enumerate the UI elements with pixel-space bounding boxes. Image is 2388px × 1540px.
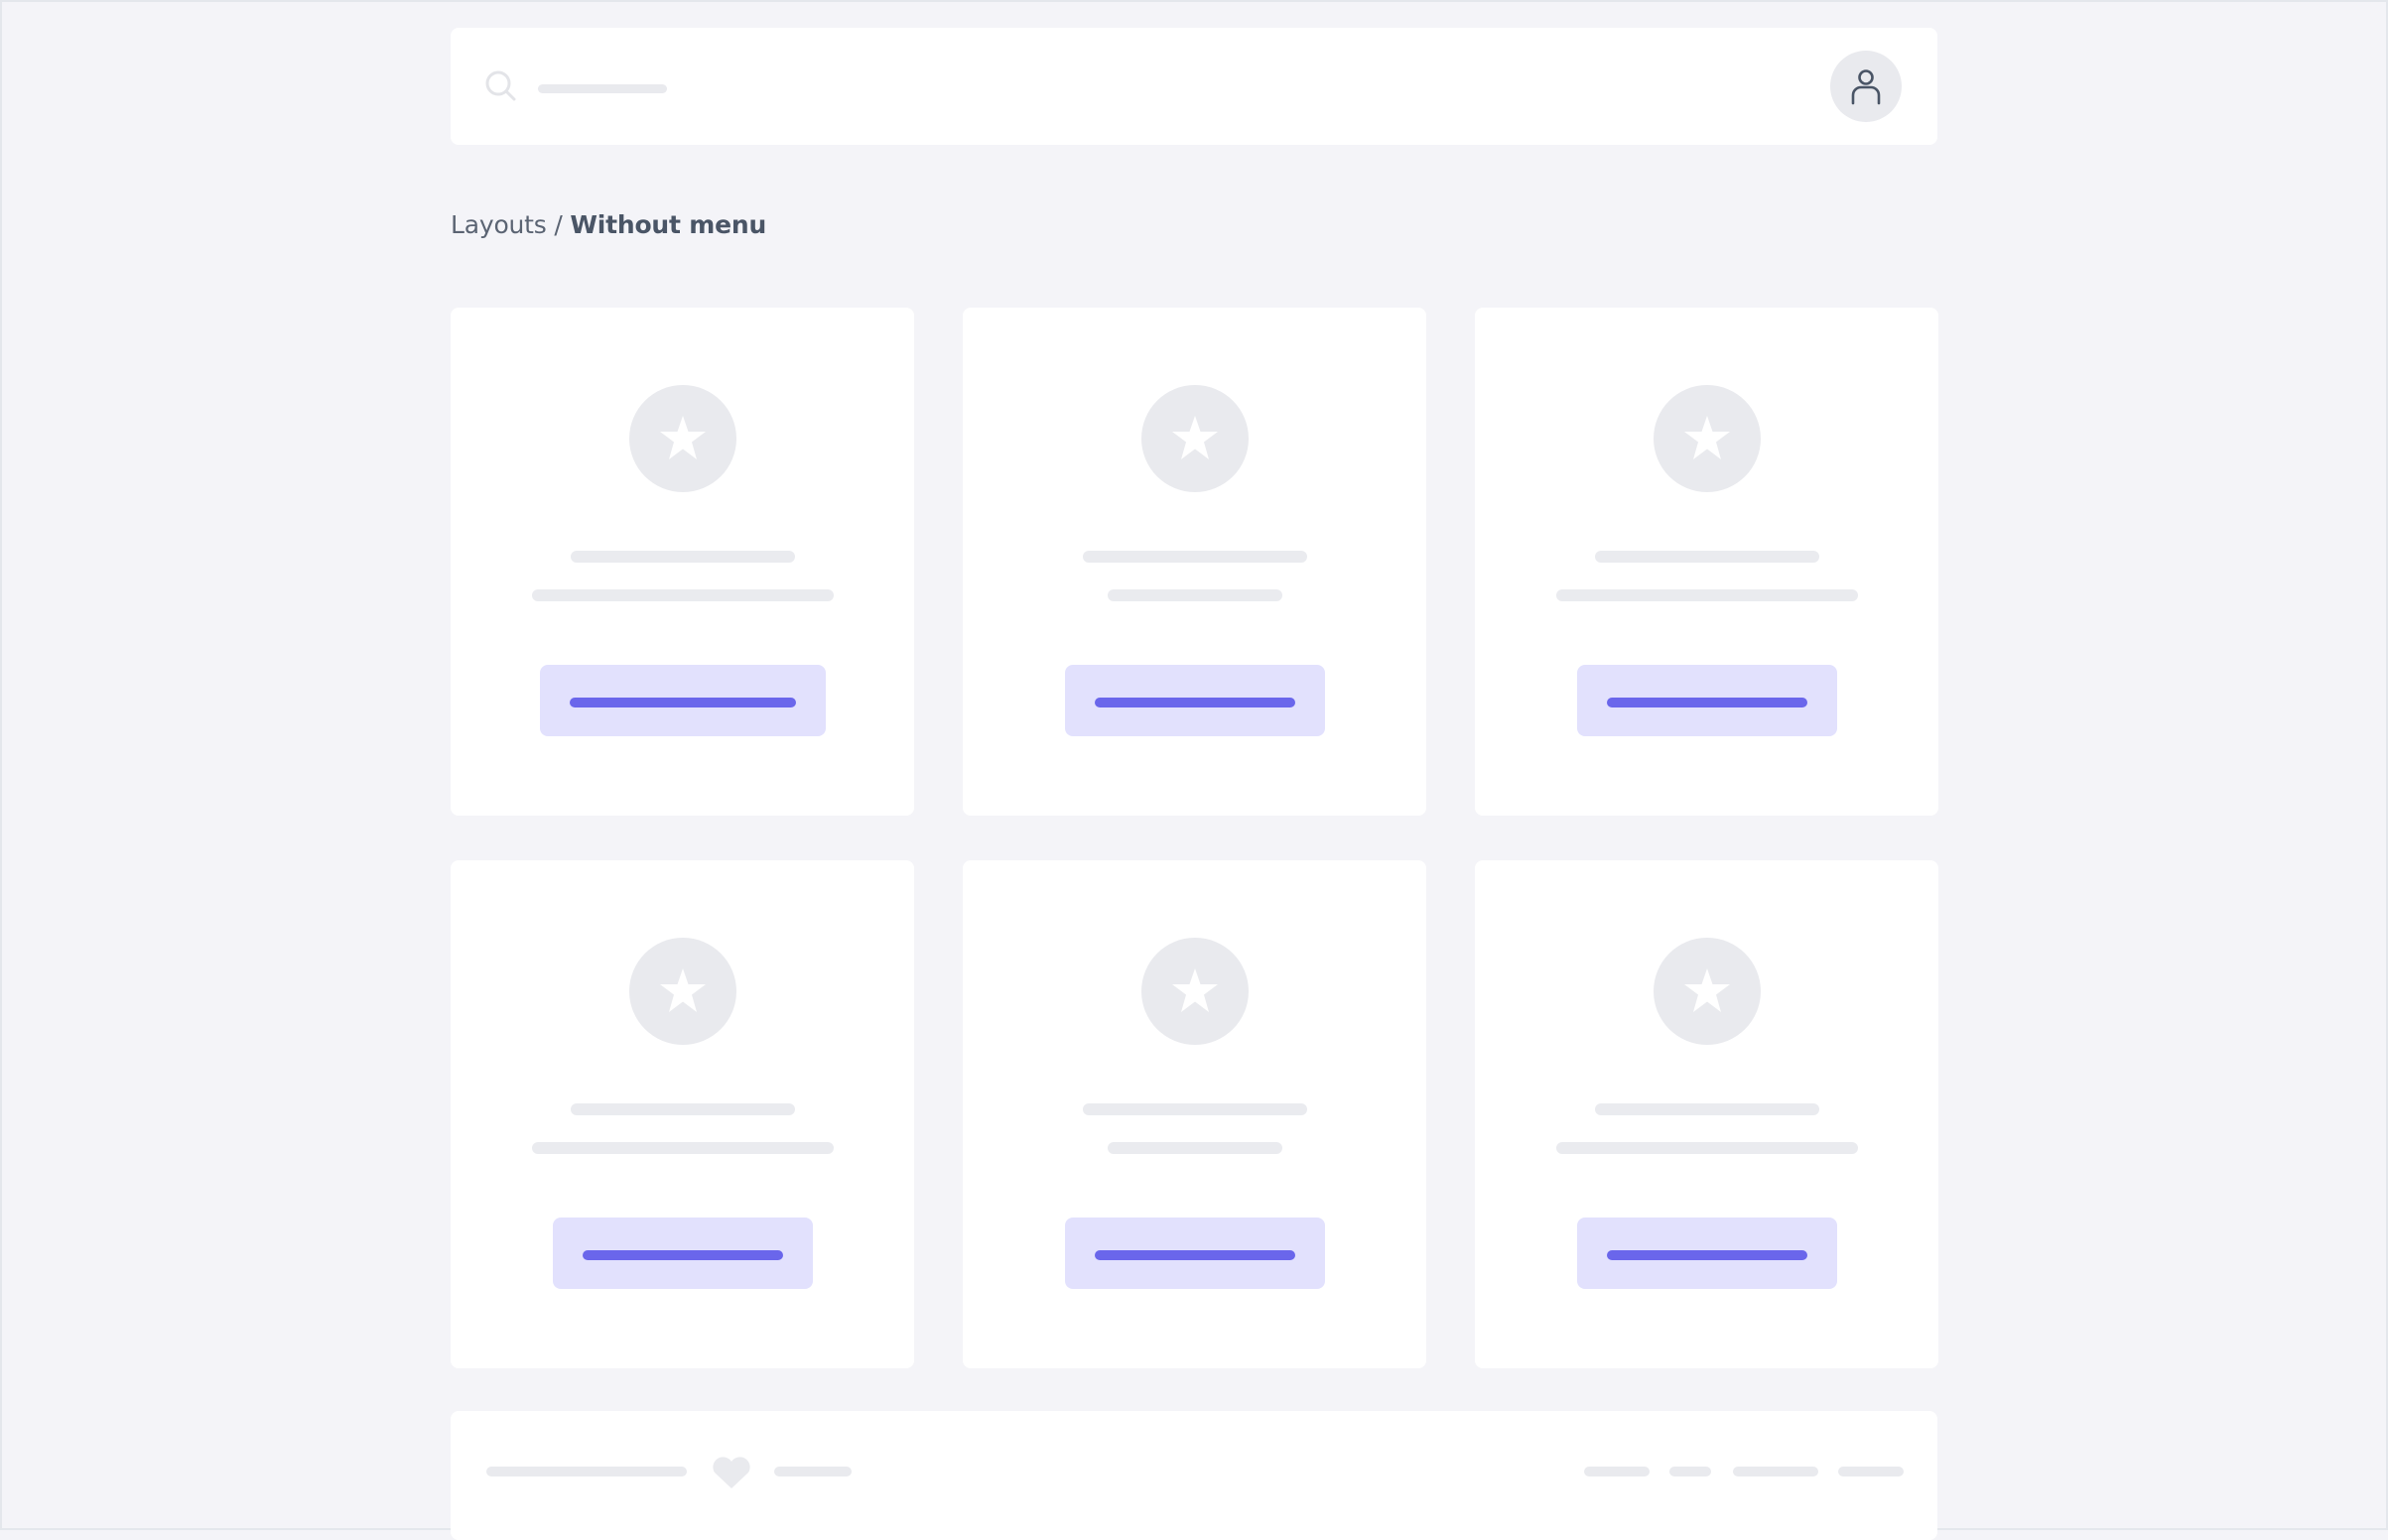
card-title-placeholder (1082, 1103, 1307, 1115)
card-button[interactable] (1576, 1218, 1837, 1289)
card-button[interactable] (539, 665, 826, 736)
top-bar (451, 28, 1937, 145)
card-title-placeholder (1594, 1103, 1819, 1115)
card-text-placeholder (531, 1142, 834, 1154)
card-text-placeholder (1107, 1142, 1282, 1154)
star-icon (659, 968, 706, 1012)
card-text-placeholder (1555, 589, 1858, 601)
card-badge (1140, 938, 1249, 1045)
star-icon (1171, 416, 1218, 459)
card-badge (1140, 385, 1249, 492)
search-input[interactable] (538, 84, 667, 93)
card-badge (1653, 385, 1761, 492)
footer-link[interactable] (1669, 1467, 1711, 1476)
card-button[interactable] (1064, 1218, 1325, 1289)
card (1475, 860, 1938, 1368)
breadcrumb-parent[interactable]: Layouts (451, 210, 547, 239)
star-icon (1171, 968, 1218, 1012)
footer-link[interactable] (1733, 1467, 1818, 1476)
avatar[interactable] (1830, 51, 1902, 122)
card-title-placeholder (570, 551, 795, 563)
breadcrumb-current: Without menu (570, 210, 767, 239)
footer-text-placeholder (774, 1467, 852, 1476)
card-badge (1653, 938, 1761, 1045)
card-title-placeholder (1594, 551, 1819, 563)
card-button[interactable] (552, 1218, 813, 1289)
card (1475, 308, 1938, 816)
card-button[interactable] (1576, 665, 1837, 736)
user-icon (1851, 69, 1881, 105)
search-icon[interactable] (484, 69, 518, 103)
breadcrumb-separator: / (554, 210, 563, 239)
card-button[interactable] (1064, 665, 1325, 736)
breadcrumb: Layouts / Without menu (451, 210, 766, 239)
footer-copyright-placeholder (486, 1467, 687, 1476)
card-title-placeholder (570, 1103, 795, 1115)
footer-link[interactable] (1584, 1467, 1650, 1476)
card-grid (451, 308, 1938, 1368)
card (451, 860, 914, 1368)
card-title-placeholder (1082, 551, 1307, 563)
star-icon (1683, 968, 1730, 1012)
card-text-placeholder (1107, 589, 1282, 601)
card-text-placeholder (531, 589, 834, 601)
card (963, 308, 1426, 816)
heart-icon (713, 1457, 750, 1488)
card-text-placeholder (1555, 1142, 1858, 1154)
footer (451, 1411, 1937, 1540)
star-icon (1683, 416, 1730, 459)
card-badge (628, 938, 736, 1045)
card (451, 308, 914, 816)
star-icon (659, 416, 706, 459)
card (963, 860, 1426, 1368)
card-badge (628, 385, 736, 492)
footer-link[interactable] (1838, 1467, 1904, 1476)
